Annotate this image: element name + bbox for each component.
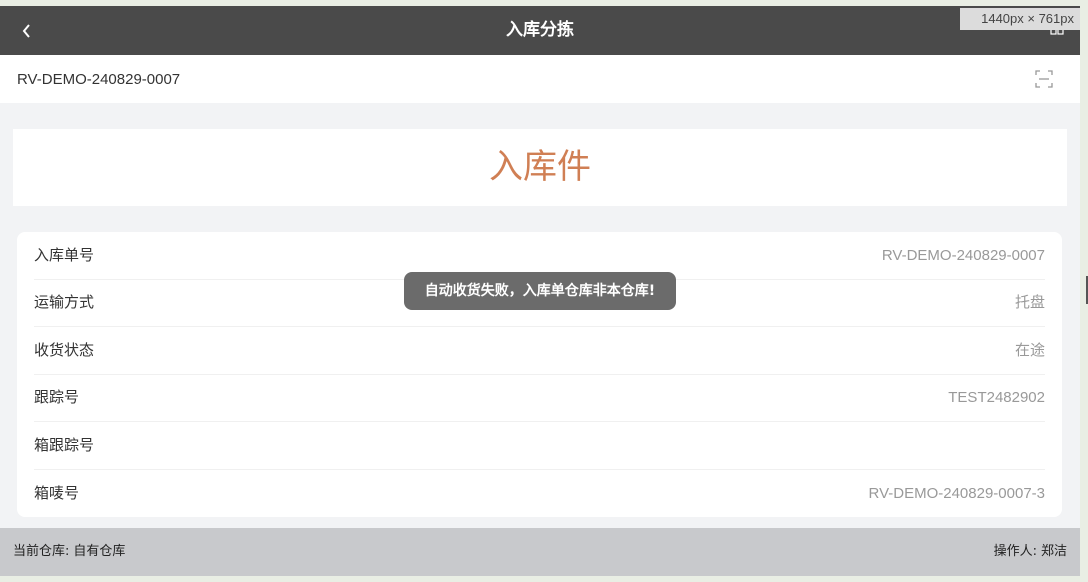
- detail-value: 在途: [1014, 341, 1045, 359]
- scan-input[interactable]: [17, 55, 1017, 103]
- current-warehouse: 当前仓库: 自有仓库: [13, 528, 125, 576]
- detail-value: RV-DEMO-240829-0007: [881, 246, 1045, 264]
- detail-value: RV-DEMO-240829-0007-3: [868, 484, 1045, 502]
- detail-value: TEST2482902: [948, 389, 1045, 406]
- detail-row-tracking-no: 跟踪号 TEST2482902: [34, 375, 1045, 422]
- banner-title: 入库件: [13, 129, 1067, 206]
- dimension-badge: 1440px × 761px: [960, 8, 1080, 30]
- detail-label: 入库单号: [34, 245, 95, 264]
- scan-icon[interactable]: [1035, 70, 1053, 88]
- detail-label: 收货状态: [34, 340, 95, 359]
- detail-row-box-tracking-no: 箱跟踪号: [34, 422, 1045, 470]
- app-screen: 入库分拣 入库件 入库单号 RV-DEMO-240829-0007 运输方式 托…: [0, 6, 1080, 576]
- detail-label: 箱跟踪号: [34, 435, 95, 454]
- warehouse-label: 当前仓库:: [13, 544, 70, 559]
- detail-label: 运输方式: [34, 293, 95, 311]
- footer-bar: 当前仓库: 自有仓库 操作人: 郑洁: [0, 528, 1080, 576]
- page-title: 入库分拣: [506, 20, 574, 40]
- operator-value: 郑洁: [1040, 544, 1067, 559]
- detail-row-receipt-status: 收货状态 在途: [34, 327, 1045, 375]
- navbar: 入库分拣: [0, 6, 1080, 55]
- warehouse-value: 自有仓库: [73, 544, 126, 559]
- detail-label: 箱唛号: [34, 483, 80, 502]
- error-toast: 自动收货失败，入库单仓库非本仓库!: [404, 272, 676, 310]
- detail-label: 跟踪号: [34, 388, 80, 406]
- detail-row-box-mark-no: 箱唛号 RV-DEMO-240829-0007-3: [34, 470, 1045, 518]
- operator: 操作人: 郑洁: [994, 528, 1067, 576]
- operator-label: 操作人:: [993, 544, 1037, 559]
- scan-bar: [0, 55, 1080, 103]
- detail-value: 托盘: [1014, 294, 1045, 311]
